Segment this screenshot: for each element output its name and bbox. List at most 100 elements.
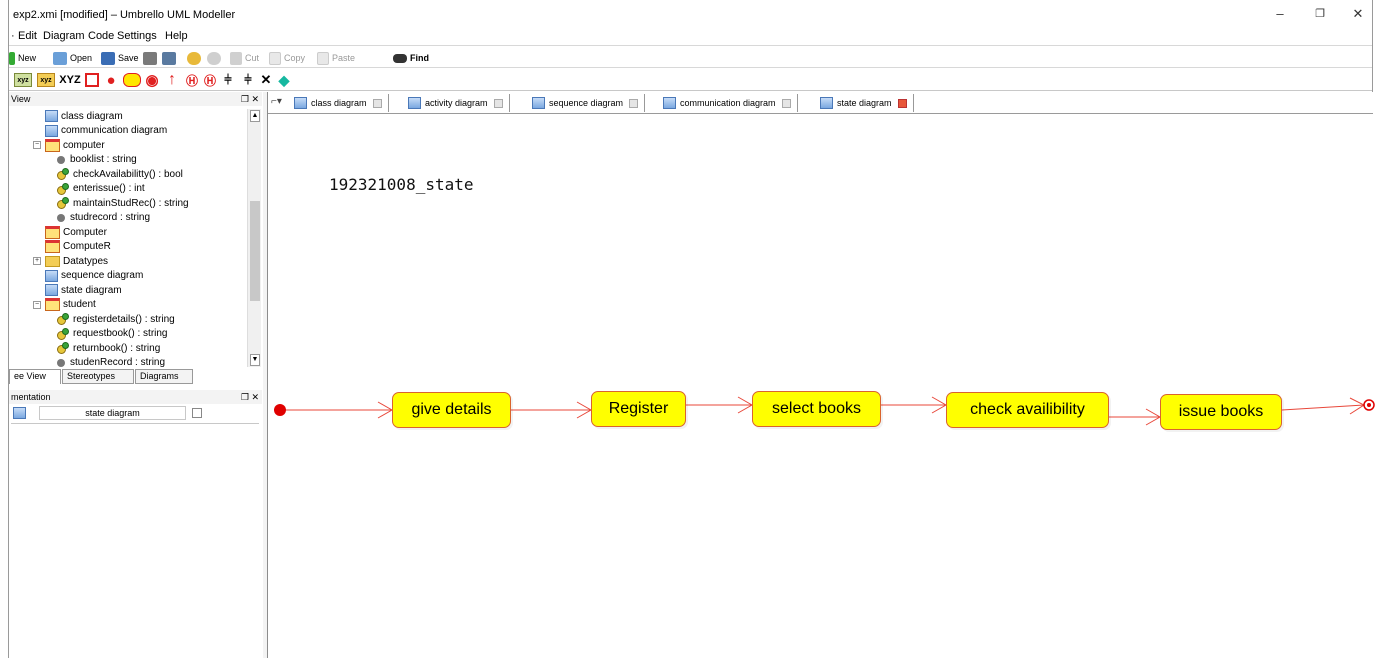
undo-button[interactable]: [187, 50, 204, 66]
tree-item[interactable]: maintainStudRec() : string: [57, 196, 189, 210]
collapse-icon[interactable]: −: [33, 141, 41, 149]
paste-icon: [317, 51, 329, 65]
tree-item[interactable]: Computer: [45, 225, 107, 239]
tree-item[interactable]: communication diagram: [45, 124, 167, 138]
close-tab-icon[interactable]: [372, 98, 382, 108]
tab-state-diagram[interactable]: state diagram: [820, 94, 914, 112]
transition-6[interactable]: [1281, 404, 1365, 411]
tree-item[interactable]: studrecord : string: [57, 211, 150, 225]
text-tool-icon[interactable]: XYZ: [59, 73, 81, 87]
close-tab-icon[interactable]: [897, 98, 907, 108]
text-line-tool-icon[interactable]: xyz: [14, 73, 32, 87]
copy-button[interactable]: Copy: [269, 50, 305, 66]
dock-float-close-icon[interactable]: ❐ ✕: [241, 92, 259, 106]
tab-activity-diagram[interactable]: activity diagram: [408, 94, 510, 112]
redo-button[interactable]: [207, 50, 224, 66]
print-preview-button[interactable]: [162, 50, 179, 66]
final-state-dot: [1367, 403, 1371, 407]
tree-item[interactable]: computer: [45, 138, 105, 152]
new-button[interactable]: New: [9, 50, 36, 66]
tree-item-label: studenRecord : string: [70, 357, 166, 367]
initial-state[interactable]: [274, 404, 286, 416]
deep-history-tool-icon[interactable]: Ⓗ: [185, 73, 199, 88]
documentation-text-area[interactable]: [11, 423, 259, 654]
collapse-icon[interactable]: −: [33, 300, 41, 309]
end-state-tool-icon[interactable]: ◉: [145, 72, 159, 89]
new-label: New: [18, 53, 37, 63]
state-select-books[interactable]: select books: [752, 391, 881, 427]
transitions-layer: [274, 396, 1375, 426]
minimize-button[interactable]: –: [1271, 6, 1289, 22]
junction-tool-icon[interactable]: ✕: [259, 72, 273, 87]
close-button[interactable]: ✕: [1349, 6, 1367, 22]
tree-item[interactable]: returnbook() : string: [57, 341, 160, 355]
tree-item[interactable]: enterissue() : int: [57, 182, 145, 196]
tree-item[interactable]: studenRecord : string: [57, 356, 166, 367]
menu-settings[interactable]: Settings: [117, 30, 157, 42]
join-tool-icon[interactable]: ⫩: [221, 72, 235, 87]
fork-tool-icon[interactable]: ⫩: [241, 72, 255, 87]
state-register[interactable]: Register: [591, 391, 686, 427]
state-tool-icon[interactable]: [123, 73, 141, 87]
main-toolbar: New Open Save Cut Copy Paste Find: [9, 45, 1372, 67]
tree-item[interactable]: checkAvailabilitty() : bool: [57, 167, 183, 181]
tree-item[interactable]: class diagram: [45, 109, 123, 123]
tab-sequence-diagram[interactable]: sequence diagram: [532, 94, 646, 112]
print-button[interactable]: [143, 50, 160, 66]
cut-button[interactable]: Cut: [230, 50, 259, 66]
attribute-icon: [57, 213, 65, 222]
tree-item[interactable]: requestbook() : string: [57, 327, 168, 341]
scroll-thumb[interactable]: [250, 201, 260, 301]
tree-item[interactable]: state diagram: [45, 283, 122, 297]
menu-file-partial[interactable]: ·: [11, 30, 15, 42]
save-button[interactable]: Save: [101, 50, 139, 66]
open-button[interactable]: Open: [53, 50, 92, 66]
close-tab-icon[interactable]: [493, 98, 503, 108]
tree-scrollbar[interactable]: ▲ ▼: [247, 109, 261, 367]
maximize-button[interactable]: ❐: [1311, 6, 1329, 22]
expand-icon[interactable]: +: [33, 257, 41, 265]
paste-button[interactable]: Paste: [317, 50, 355, 66]
tree-item[interactable]: booklist : string: [57, 153, 137, 167]
state-check-availibility[interactable]: check availibility: [946, 392, 1109, 428]
menu-diagram[interactable]: Diagram: [43, 30, 85, 42]
tree-item[interactable]: ComputeR: [45, 240, 111, 254]
tree-item[interactable]: sequence diagram: [45, 269, 143, 283]
close-tab-icon[interactable]: [629, 98, 639, 108]
choice-tool-icon[interactable]: ◆: [277, 72, 291, 88]
state-issue-books[interactable]: issue books: [1160, 394, 1282, 430]
menu-edit[interactable]: Edit: [18, 30, 37, 42]
find-button[interactable]: Find: [393, 50, 429, 66]
scissors-icon: [230, 51, 242, 65]
doc-name-field[interactable]: state diagram: [39, 406, 186, 420]
transition-tool-icon[interactable]: ↑: [166, 71, 178, 88]
shallow-history-tool-icon[interactable]: Ⓗ: [203, 73, 217, 88]
tree-item-label: communication diagram: [61, 125, 168, 136]
menu-code[interactable]: Code: [88, 30, 114, 42]
tree-item[interactable]: Datatypes: [45, 254, 108, 268]
diagram-canvas[interactable]: 192321008_state give details Register se…: [268, 115, 1375, 658]
tab-tree-view[interactable]: ee View: [9, 369, 61, 384]
tab-class-diagram[interactable]: class diagram: [294, 94, 389, 112]
doc-dock-float-close-icon[interactable]: ❐ ✕: [241, 390, 259, 404]
tree-item[interactable]: registerdetails() : string: [57, 312, 175, 326]
redo-icon: [207, 51, 221, 65]
tab-stereotypes[interactable]: Stereotypes: [62, 369, 134, 384]
scroll-up-icon[interactable]: ▲: [250, 110, 260, 122]
note-tool-icon[interactable]: xyz: [37, 73, 55, 87]
tree-item[interactable]: student: [45, 298, 96, 312]
state-give-details[interactable]: give details: [392, 392, 511, 428]
tree-view-title: View: [11, 94, 31, 104]
menu-help[interactable]: Help: [165, 30, 188, 42]
new-tab-icon[interactable]: ⌐▾: [271, 96, 285, 109]
initial-state-tool-icon[interactable]: ●: [104, 72, 118, 89]
tab-diagrams[interactable]: Diagrams: [135, 369, 193, 384]
box-tool-icon[interactable]: [85, 73, 99, 87]
operation-icon: [57, 313, 69, 325]
app-window: exp2.xmi [modified] – Umbrello UML Model…: [8, 0, 1375, 658]
find-label: Find: [410, 53, 429, 63]
doc-checkbox[interactable]: [192, 408, 202, 418]
scroll-down-icon[interactable]: ▼: [250, 354, 260, 366]
tab-communication-diagram[interactable]: communication diagram: [663, 94, 798, 112]
close-tab-icon[interactable]: [781, 98, 791, 108]
